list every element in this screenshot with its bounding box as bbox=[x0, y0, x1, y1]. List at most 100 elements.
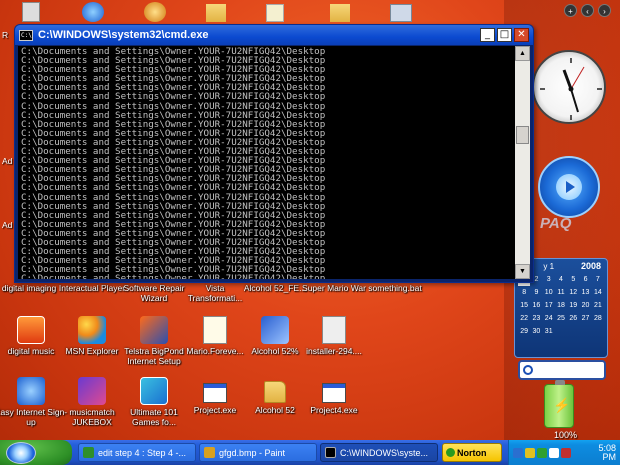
icon-label: installer-294.... bbox=[306, 346, 362, 356]
calendar-day[interactable]: 10 bbox=[543, 287, 555, 299]
norton-label: Norton bbox=[457, 447, 487, 458]
games-icon bbox=[140, 377, 168, 405]
calendar-day[interactable]: 5 bbox=[567, 274, 579, 286]
calendar-day[interactable]: 26 bbox=[567, 313, 579, 325]
cmd-titlebar[interactable]: C:\ C:\WINDOWS\system32\cmd.exe _ □ ✕ bbox=[15, 25, 533, 45]
settings-icon[interactable] bbox=[390, 4, 412, 22]
desktop-icon-project4-exe[interactable]: Project4.exe bbox=[297, 377, 371, 415]
folder-icon[interactable] bbox=[330, 4, 350, 22]
calendar-day[interactable]: 14 bbox=[592, 287, 604, 299]
taskbar-label: edit step 4 : Step 4 -... bbox=[98, 447, 187, 458]
play-icon[interactable] bbox=[556, 174, 582, 200]
network-icon[interactable] bbox=[513, 447, 523, 458]
clock-gadget[interactable] bbox=[532, 50, 606, 124]
norton-button[interactable]: Norton bbox=[442, 443, 502, 462]
calendar-day[interactable]: 24 bbox=[543, 313, 555, 325]
system-tray: 5:08 PM bbox=[508, 440, 620, 465]
taskbar-button-paint[interactable]: gfgd.bmp - Paint bbox=[199, 443, 317, 462]
edge-fragment: R bbox=[2, 30, 9, 40]
calendar-day[interactable]: 3 bbox=[543, 274, 555, 286]
vertical-scrollbar[interactable]: ▲ ▼ bbox=[515, 46, 530, 279]
plug-icon: ⚡ bbox=[553, 397, 571, 413]
search-gadget[interactable] bbox=[518, 360, 606, 380]
edge-fragment: Ad bbox=[2, 156, 13, 166]
console-output[interactable]: C:\Documents and Settings\Owner.YOUR-7U2… bbox=[18, 46, 515, 279]
windows-logo-icon bbox=[6, 441, 36, 464]
calendar-day[interactable]: 12 bbox=[567, 287, 579, 299]
cmd-icon bbox=[325, 447, 336, 458]
sidebar-prev-icon[interactable]: ‹ bbox=[581, 4, 594, 17]
ie-icon[interactable] bbox=[82, 2, 104, 22]
scroll-thumb[interactable] bbox=[516, 126, 529, 144]
cmd-window[interactable]: C:\ C:\WINDOWS\system32\cmd.exe _ □ ✕ C:… bbox=[14, 24, 534, 283]
player-brand: PAQ bbox=[540, 215, 572, 232]
edge-fragment: Ad bbox=[2, 220, 13, 230]
battery-percent: 100% bbox=[554, 430, 578, 440]
globe-icon[interactable] bbox=[144, 2, 166, 22]
maximize-button[interactable]: □ bbox=[497, 28, 512, 42]
calendar-day bbox=[555, 326, 567, 338]
scroll-up-icon[interactable]: ▲ bbox=[515, 46, 530, 61]
calendar-day[interactable]: 29 bbox=[518, 326, 530, 338]
icon-label: Project4.exe bbox=[310, 405, 358, 415]
calendar-day[interactable]: 16 bbox=[530, 300, 542, 312]
calendar-day bbox=[592, 326, 604, 338]
console-line: C:\Documents and Settings\Owner.YOUR-7U2… bbox=[21, 273, 326, 279]
alert-icon[interactable] bbox=[561, 447, 571, 458]
calendar-day[interactable]: 23 bbox=[530, 313, 542, 325]
clock-ampm: PM bbox=[602, 451, 617, 462]
calendar-year: 2008 bbox=[580, 261, 601, 271]
calendar-day[interactable]: 17 bbox=[543, 300, 555, 312]
taskbar: edit step 4 : Step 4 -... gfgd.bmp - Pai… bbox=[0, 440, 620, 465]
alcohol-icon bbox=[261, 316, 289, 344]
installer-icon bbox=[322, 316, 346, 344]
calendar-day[interactable]: 30 bbox=[530, 326, 542, 338]
folder-icon[interactable] bbox=[206, 4, 226, 22]
scroll-down-icon[interactable]: ▼ bbox=[515, 264, 530, 279]
calendar-day[interactable]: 22 bbox=[518, 313, 530, 325]
close-button[interactable]: ✕ bbox=[514, 28, 529, 42]
calendar-day[interactable]: 4 bbox=[555, 274, 567, 286]
cmd-icon: C:\ bbox=[19, 29, 33, 41]
minimize-button[interactable]: _ bbox=[480, 28, 495, 42]
taskbar-button-browser[interactable]: edit step 4 : Step 4 -... bbox=[78, 443, 196, 462]
calendar-month: y 1 bbox=[543, 261, 555, 271]
calendar-day[interactable]: 8 bbox=[518, 287, 530, 299]
taskbar-label: C:\WINDOWS\syste... bbox=[340, 447, 429, 458]
recycle-bin-icon[interactable] bbox=[22, 2, 40, 22]
exe-icon bbox=[203, 383, 227, 403]
start-button[interactable] bbox=[0, 440, 72, 465]
taskbar-button-cmd[interactable]: C:\WINDOWS\syste... bbox=[320, 443, 438, 462]
desktop-icon[interactable]: something.bat bbox=[358, 283, 432, 293]
battery-gadget: ⚡ bbox=[544, 380, 574, 428]
calendar-day[interactable]: 27 bbox=[579, 313, 591, 325]
sidebar-next-icon[interactable]: › bbox=[598, 4, 611, 17]
calendar-day[interactable]: 13 bbox=[579, 287, 591, 299]
browser-icon bbox=[83, 447, 94, 458]
calendar-day[interactable]: 15 bbox=[518, 300, 530, 312]
calendar-day[interactable]: 28 bbox=[592, 313, 604, 325]
folder-icon bbox=[264, 381, 286, 403]
calendar-day[interactable]: 9 bbox=[530, 287, 542, 299]
icon-label: something.bat bbox=[368, 283, 422, 293]
calendar-day[interactable]: 19 bbox=[567, 300, 579, 312]
desktop-icon-installer[interactable]: installer-294.... bbox=[297, 316, 371, 356]
calendar-day[interactable]: 21 bbox=[592, 300, 604, 312]
calendar-day[interactable]: 25 bbox=[555, 313, 567, 325]
security-icon[interactable] bbox=[525, 447, 535, 458]
document-icon[interactable] bbox=[266, 4, 284, 22]
calendar-day[interactable]: 11 bbox=[555, 287, 567, 299]
calendar-day[interactable]: 7 bbox=[592, 274, 604, 286]
internet-icon bbox=[17, 377, 45, 405]
volume-icon[interactable] bbox=[549, 447, 559, 458]
update-icon[interactable] bbox=[537, 447, 547, 458]
window-title: C:\WINDOWS\system32\cmd.exe bbox=[38, 29, 209, 41]
butterfly-icon bbox=[78, 316, 106, 344]
calendar-day[interactable]: 20 bbox=[579, 300, 591, 312]
media-player-gadget[interactable]: PAQ bbox=[530, 150, 606, 232]
calendar-day[interactable]: 31 bbox=[543, 326, 555, 338]
calendar-day[interactable]: 18 bbox=[555, 300, 567, 312]
tray-clock[interactable]: 5:08 PM bbox=[598, 443, 617, 462]
sidebar-add-icon[interactable]: + bbox=[564, 4, 577, 17]
calendar-day[interactable]: 6 bbox=[579, 274, 591, 286]
